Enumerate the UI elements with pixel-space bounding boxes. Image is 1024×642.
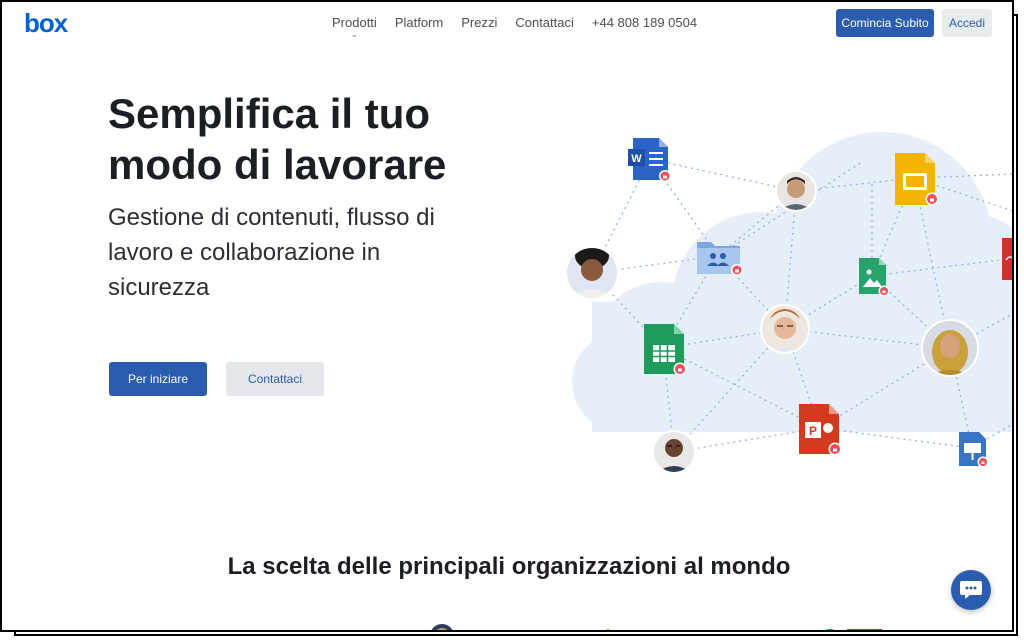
lock-badge-icon	[925, 192, 939, 206]
partner-logo	[702, 630, 752, 632]
nav-phone-number[interactable]: +44 808 189 0504	[592, 15, 697, 30]
nav-link-prodotti[interactable]: Prodotti ⌄	[332, 15, 377, 39]
pdf-file-icon	[1002, 238, 1012, 280]
login-button[interactable]: Accedi	[942, 9, 992, 37]
contact-us-button[interactable]: Contattaci	[226, 362, 324, 396]
lock-badge-icon	[977, 456, 989, 468]
lock-badge-icon	[659, 170, 671, 182]
hero-subtitle: Gestione di contenuti, flusso di lavoro …	[108, 204, 435, 301]
partner-logos-strip	[431, 624, 882, 632]
chat-icon	[960, 581, 982, 599]
start-now-button[interactable]: Comincia Subito	[836, 9, 934, 37]
chat-button[interactable]	[951, 570, 991, 610]
box-logo[interactable]: box	[24, 8, 68, 39]
nav-link-prezzi[interactable]: Prezzi	[461, 15, 497, 30]
svg-text:P: P	[809, 424, 817, 438]
lock-badge-icon	[878, 285, 890, 297]
lock-badge-icon	[731, 264, 743, 276]
lock-badge-icon	[828, 442, 842, 456]
partner-logo	[825, 629, 882, 630]
lock-badge-icon	[673, 362, 687, 376]
browser-viewport: box Prodotti ⌄ Platform Prezzi Contattac…	[0, 0, 1014, 632]
nav-link-label: Prodotti	[332, 15, 377, 30]
nav-link-contattaci[interactable]: Contattaci	[515, 15, 574, 30]
nav-links: Prodotti ⌄ Platform Prezzi Contattaci +4…	[332, 15, 697, 39]
svg-text:W: W	[631, 153, 642, 165]
nav-link-platform[interactable]: Platform	[395, 15, 443, 30]
avatar	[566, 247, 618, 299]
partner-seal-logo	[431, 624, 453, 630]
top-navigation: box Prodotti ⌄ Platform Prezzi Contattac…	[2, 2, 1012, 46]
collaboration-network-illustration: W P	[565, 132, 1012, 474]
customers-section-title: La scelta delle principali organizzazion…	[227, 553, 791, 580]
chevron-down-icon: ⌄	[350, 29, 359, 39]
partner-logo	[606, 628, 610, 630]
get-started-button[interactable]: Per iniziare	[109, 362, 207, 396]
hero-title: Semplifica il tuo modo di lavorare	[108, 90, 447, 188]
